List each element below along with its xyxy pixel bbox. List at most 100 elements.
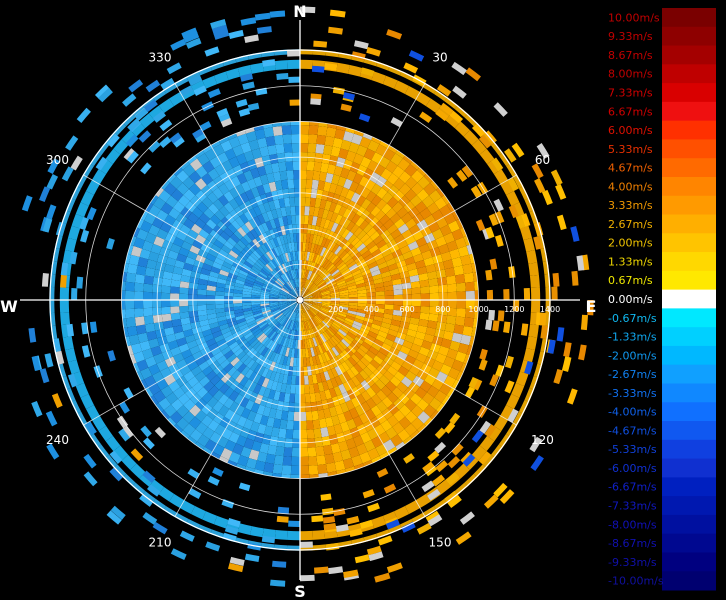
velocity-bin (292, 438, 300, 448)
velocity-bin (300, 411, 307, 421)
velocity-bin (143, 291, 153, 300)
colorbar-swatch (662, 514, 716, 535)
velocity-bin (286, 420, 294, 430)
velocity-bin (311, 65, 325, 73)
velocity-bin (271, 560, 287, 568)
velocity-bin (282, 456, 292, 466)
cardinal-east: E (586, 297, 597, 316)
colorbar-label: 6.67m/s (608, 105, 653, 118)
colorbar-label: 4.67m/s (608, 162, 653, 175)
velocity-bin (446, 315, 457, 325)
velocity-bin (127, 325, 138, 337)
velocity-bin (134, 300, 144, 309)
velocity-bin (300, 215, 305, 225)
velocity-bin (134, 274, 145, 284)
azimuth-label: 60 (535, 153, 550, 167)
velocity-bin (539, 312, 547, 326)
velocity-bin (393, 294, 403, 300)
velocity-bin (393, 289, 403, 296)
velocity-bin (290, 384, 296, 394)
colorbar-swatch (662, 45, 716, 65)
colorbar-label: -5.33m/s (608, 443, 657, 456)
velocity-bin (300, 429, 308, 439)
velocity-bin (428, 313, 439, 322)
velocity-bin (285, 161, 294, 171)
velocity-bin (272, 463, 283, 475)
velocity-bin (308, 465, 319, 475)
velocity-bin (290, 125, 300, 135)
velocity-bin (161, 292, 171, 300)
azimuth-label: 30 (432, 51, 447, 65)
radar-ppi-plot: 200 400 600 800 1000 1200 1400 30 60 120 150 210 24… (0, 0, 600, 600)
velocity-bin (456, 291, 466, 300)
cardinal-south: S (294, 582, 306, 600)
velocity-bin (465, 281, 475, 292)
velocity-bin (263, 127, 275, 138)
velocity-bin (269, 10, 286, 18)
velocity-bin (300, 420, 307, 430)
colorbar-label: 8.00m/s (608, 68, 653, 81)
velocity-bin (462, 325, 473, 337)
colorbar-swatches (662, 8, 716, 591)
colorbar-swatch (662, 289, 716, 309)
velocity-bin (197, 300, 207, 306)
colorbar-swatch (662, 458, 716, 478)
velocity-bin (143, 283, 153, 293)
colorbar-swatch (662, 101, 716, 122)
velocity-bin (170, 286, 180, 294)
velocity-bin (290, 465, 300, 475)
colorbar-swatch (662, 439, 716, 460)
velocity-bin (311, 515, 324, 523)
colorbar-swatch (662, 139, 716, 159)
colorbar-label: -8.67m/s (608, 537, 657, 550)
colorbar-label: -0.67m/s (608, 312, 657, 325)
velocity-bin (456, 282, 466, 292)
velocity-bin (316, 134, 326, 145)
velocity-bin (272, 125, 283, 137)
velocity-bin (384, 300, 394, 305)
range-label: 400 (364, 305, 379, 314)
velocity-bin (125, 308, 135, 319)
velocity-bin (456, 308, 466, 318)
colorbar-label: 2.67m/s (608, 218, 653, 231)
velocity-bin (300, 125, 310, 135)
velocity-bin (306, 161, 315, 171)
velocity-bin (263, 462, 275, 473)
velocity-bin (295, 206, 300, 216)
velocity-bin (276, 73, 289, 80)
colorbar-label: 5.33m/s (608, 143, 653, 156)
velocity-bin (134, 282, 144, 292)
range-label: 1200 (504, 305, 524, 314)
ring-velocity-bin (528, 324, 539, 338)
ring-velocity-bin (59, 300, 70, 313)
colorbar-label: -4.00m/s (608, 406, 657, 419)
velocity-bin (486, 289, 494, 300)
colorbar-label: 10.00m/s (608, 11, 660, 24)
velocity-bin (161, 313, 172, 322)
velocity-bin (384, 295, 394, 300)
velocity-bin (287, 179, 295, 189)
velocity-bin (463, 317, 475, 328)
azimuth-label: 150 (429, 535, 452, 549)
colorbar-swatch (662, 533, 716, 553)
colorbar-label: 8.67m/s (608, 49, 653, 62)
colorbar-swatch (662, 214, 716, 234)
velocity-bin (306, 170, 314, 180)
velocity-bin (289, 99, 300, 106)
velocity-bin (197, 304, 207, 311)
velocity-bin (292, 429, 300, 439)
velocity-bin (375, 295, 385, 300)
velocity-bin (143, 300, 153, 309)
velocity-bin (300, 574, 315, 582)
velocity-bin (304, 393, 311, 403)
colorbar-label: 1.33m/s (608, 255, 653, 268)
velocity-bin (325, 462, 337, 473)
velocity-bin (503, 289, 510, 300)
velocity-bin (304, 206, 310, 216)
velocity-bin (170, 306, 180, 314)
velocity-bin (300, 447, 309, 457)
velocity-bin (551, 286, 558, 300)
velocity-bin (143, 307, 153, 317)
velocity-bin (179, 287, 189, 295)
velocity-bin (161, 285, 171, 294)
